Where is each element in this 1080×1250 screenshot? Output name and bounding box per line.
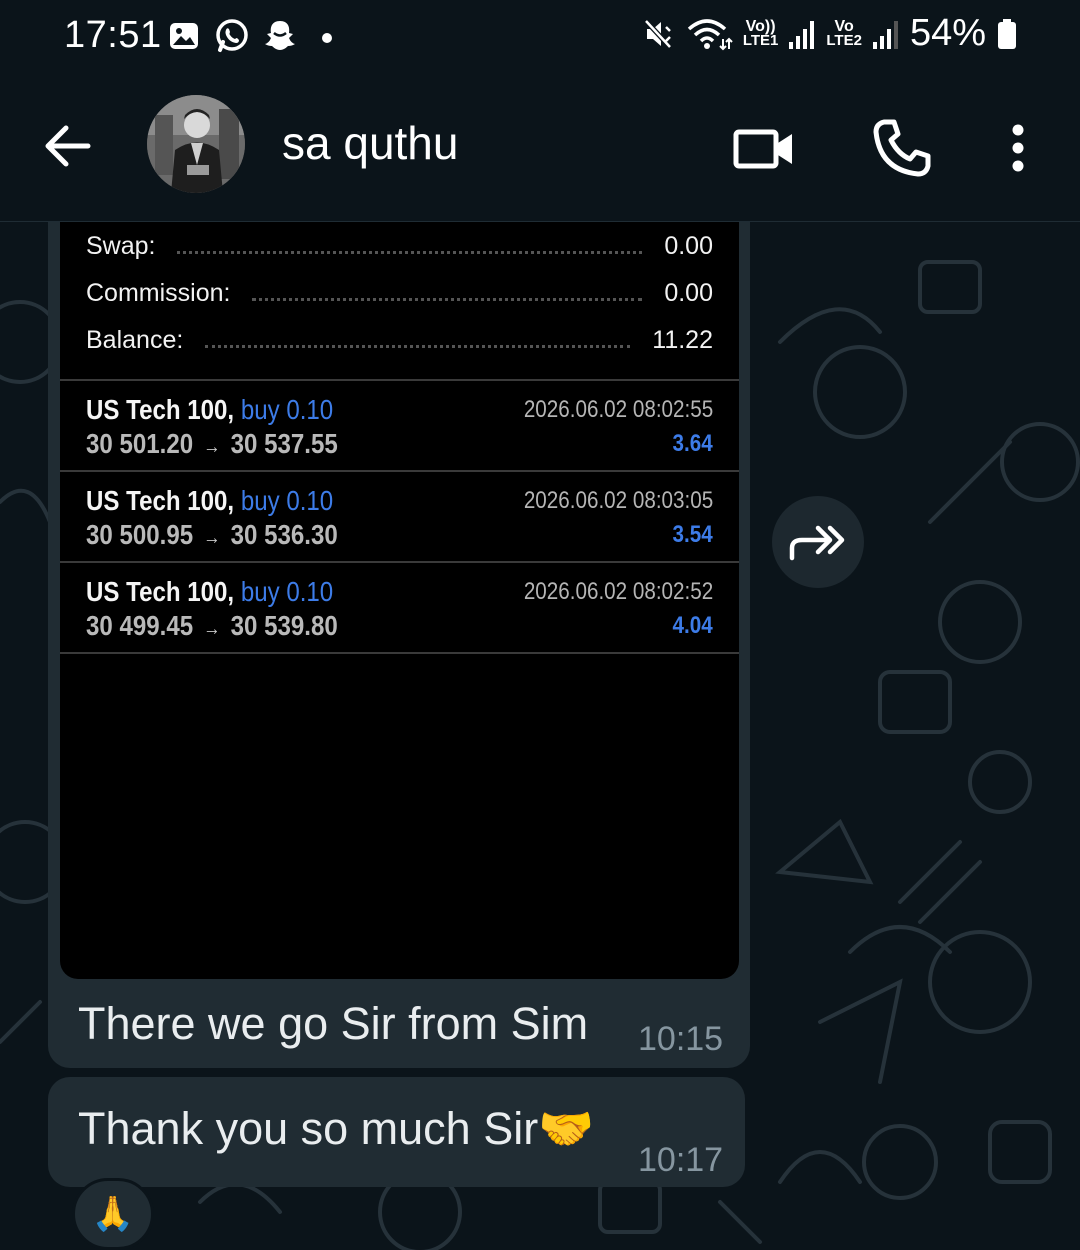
deal-row: US Tech 100, buy 0.10 30 501.20 → 30 537… (60, 382, 739, 470)
message-body: Thank you so much Sir (78, 1103, 539, 1154)
message-text: Thank you so much Sir🤝 (78, 1102, 594, 1155)
arrow-right-icon: → (203, 436, 221, 458)
mute-icon (643, 18, 672, 49)
deal-profit: 3.64 (672, 430, 713, 457)
message-time: 10:15 (638, 1020, 724, 1058)
battery-icon (998, 18, 1016, 49)
open-price: 30 499.45 (86, 610, 194, 641)
sim1-sub: LTE1 (742, 31, 779, 49)
signal-icon (789, 20, 815, 49)
deal-row: US Tech 100, buy 0.10 30 500.95 → 30 536… (60, 473, 739, 561)
dotted-leader (252, 297, 643, 301)
summary-label: Balance: (86, 325, 184, 354)
divider (60, 652, 739, 654)
summary-value: 0.00 (664, 278, 713, 307)
avatar[interactable] (147, 95, 245, 193)
snapchat-icon (265, 21, 295, 50)
message-time: 10:17 (638, 1141, 724, 1179)
gallery-icon (170, 23, 198, 49)
message-reaction[interactable]: 🙏 (72, 1178, 154, 1250)
deal-side: buy 0.10 (240, 394, 334, 425)
signal-icon (872, 20, 898, 49)
arrow-right-icon: → (203, 618, 221, 640)
close-price: 30 539.80 (230, 610, 338, 641)
back-arrow-icon[interactable] (40, 118, 96, 174)
deal-prices: 30 500.95 → 30 536.30 (86, 519, 338, 551)
dotted-leader (177, 250, 643, 254)
summary-row-commission: Commission: 0.00 (86, 273, 713, 313)
deal-symbol-name: US Tech 100, (86, 576, 235, 607)
divider (60, 561, 739, 563)
deal-symbol-name: US Tech 100, (86, 394, 235, 425)
deal-symbol: US Tech 100, buy 0.10 (86, 485, 333, 517)
deal-prices: 30 501.20 → 30 537.55 (86, 428, 338, 460)
battery-percent: 54% (909, 12, 986, 54)
summary-label: Swap: (86, 231, 156, 260)
message-text: There we go Sir from Sim (78, 998, 589, 1049)
pray-emoji: 🙏 (91, 1195, 135, 1233)
avatar-photo (147, 95, 245, 193)
deal-profit: 3.54 (672, 521, 713, 548)
summary-row-swap: Swap: 0.00 (86, 226, 713, 266)
sim2-sub: LTE2 (826, 31, 862, 49)
deal-side: buy 0.10 (240, 576, 334, 607)
whatsapp-icon (216, 19, 248, 52)
deal-time: 2026.06.02 08:02:55 (523, 396, 713, 423)
divider (60, 379, 739, 381)
deal-time: 2026.06.02 08:03:05 (523, 487, 713, 514)
deal-symbol-name: US Tech 100, (86, 485, 235, 516)
forward-button[interactable] (772, 496, 864, 588)
status-bar: 17:51 Vo)) LTE1 Vo LTE2 54% (0, 0, 1080, 78)
deal-symbol: US Tech 100, buy 0.10 (86, 394, 333, 426)
video-call-icon[interactable] (732, 116, 796, 180)
close-price: 30 537.55 (230, 428, 338, 459)
chat-header: sa quthu (0, 78, 1080, 222)
wifi-icon (687, 18, 733, 50)
handshake-emoji: 🤝 (538, 1103, 595, 1154)
more-vert-icon[interactable] (986, 116, 1050, 180)
close-price: 30 536.30 (230, 519, 338, 550)
notification-more-dot (322, 33, 332, 43)
deal-prices: 30 499.45 → 30 539.80 (86, 610, 338, 642)
trade-history-screenshot[interactable]: Swap: 0.00 Commission: 0.00 Balance: 11.… (60, 222, 739, 979)
phone-icon[interactable] (870, 116, 934, 180)
deal-profit: 4.04 (672, 612, 713, 639)
sim1-indicator: Vo)) LTE1 (742, 18, 779, 49)
notification-icons (168, 18, 296, 54)
contact-name[interactable]: sa quthu (282, 116, 458, 170)
forward-icon (789, 525, 845, 561)
dotted-leader (205, 344, 631, 348)
status-time: 17:51 (64, 14, 162, 56)
open-price: 30 501.20 (86, 428, 194, 459)
divider (60, 470, 739, 472)
open-price: 30 500.95 (86, 519, 194, 550)
arrow-right-icon: → (203, 527, 221, 549)
deal-symbol: US Tech 100, buy 0.10 (86, 576, 333, 608)
sim2-indicator: Vo LTE2 (826, 18, 862, 49)
summary-row-balance: Balance: 11.22 (86, 320, 713, 360)
summary-label: Commission: (86, 278, 231, 307)
summary-value: 0.00 (664, 231, 713, 260)
summary-value: 11.22 (652, 325, 713, 354)
deal-row: US Tech 100, buy 0.10 30 499.45 → 30 539… (60, 564, 739, 652)
deal-side: buy 0.10 (240, 485, 334, 516)
deal-time: 2026.06.02 08:02:52 (523, 578, 713, 605)
system-icons: Vo)) LTE1 Vo LTE2 54% (643, 12, 1018, 55)
